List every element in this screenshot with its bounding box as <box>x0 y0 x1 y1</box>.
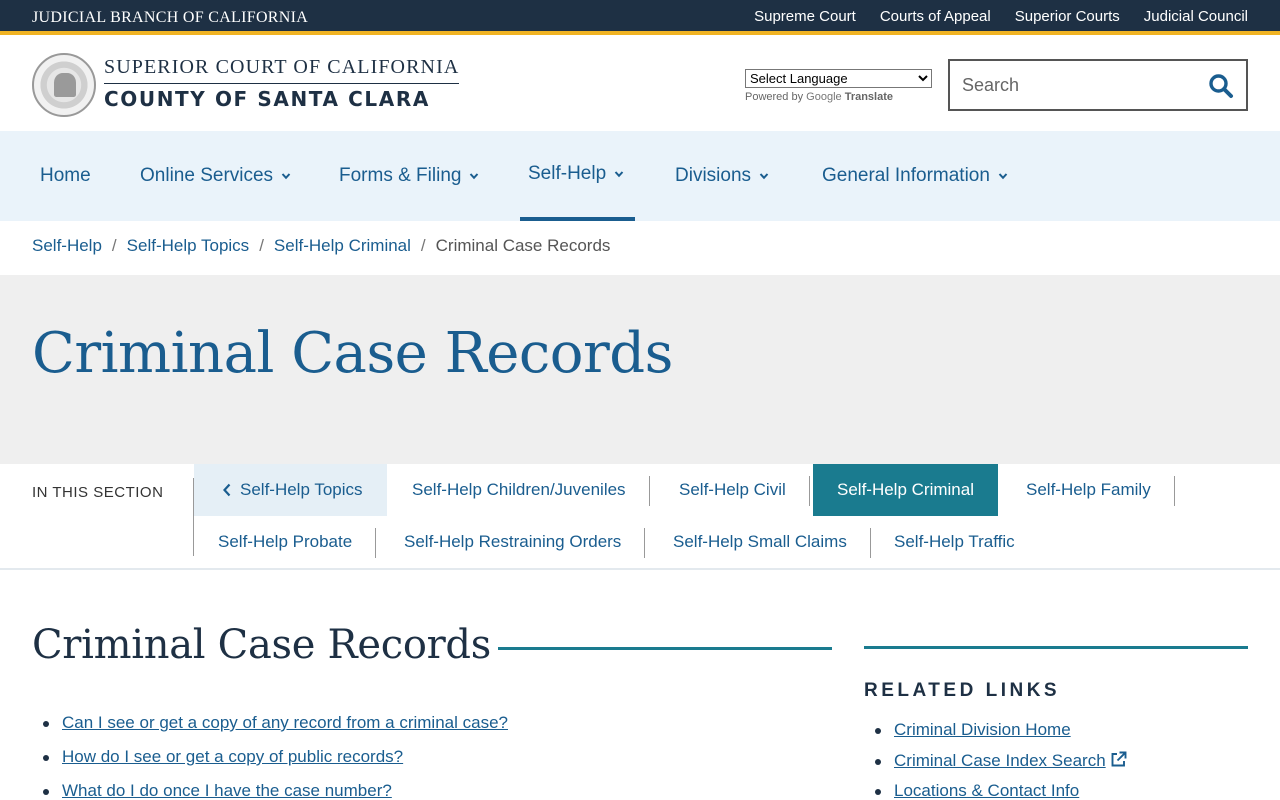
search-icon[interactable] <box>1208 73 1234 99</box>
courts-of-appeal-link[interactable]: Courts of Appeal <box>880 8 991 25</box>
section-back-self-help-topics[interactable]: Self-Help Topics <box>194 464 387 516</box>
breadcrumb-separator: / <box>111 236 117 255</box>
related-links-heading: RELATED LINKS <box>864 680 1061 701</box>
nav-forms-filing[interactable]: Forms & Filing <box>331 131 487 221</box>
related-link-criminal-division-home[interactable]: Criminal Division Home <box>894 720 1071 739</box>
page-title: Criminal Case Records <box>32 321 673 386</box>
breadcrumb-self-help-topics[interactable]: Self-Help Topics <box>127 236 250 256</box>
list-item: Locations & Contact Info <box>875 780 1127 800</box>
external-link-icon[interactable] <box>1110 751 1127 768</box>
chevron-down-icon <box>759 173 769 180</box>
breadcrumb: Self-Help / Self-Help Topics / Self-Help… <box>32 236 610 256</box>
section-self-help-traffic[interactable]: Self-Help Traffic <box>870 516 1039 568</box>
content-heading: Criminal Case Records <box>32 622 491 668</box>
breadcrumb-current: Criminal Case Records <box>435 236 611 255</box>
nav-divisions[interactable]: Divisions <box>667 131 777 221</box>
faq-link-case-number[interactable]: What do I do once I have the case number… <box>62 781 392 800</box>
nav-online-services[interactable]: Online Services <box>132 131 299 221</box>
court-name-line1: SUPERIOR COURT OF CALIFORNIA <box>104 56 460 84</box>
section-self-help-small-claims[interactable]: Self-Help Small Claims <box>649 516 871 568</box>
sidebar-rule <box>864 646 1248 649</box>
breadcrumb-self-help-criminal[interactable]: Self-Help Criminal <box>274 236 411 256</box>
language-select[interactable]: Select Language <box>745 69 932 88</box>
breadcrumb-separator: / <box>420 236 426 255</box>
section-self-help-family[interactable]: Self-Help Family <box>1002 464 1175 516</box>
section-self-help-civil[interactable]: Self-Help Civil <box>655 464 810 516</box>
site-header: SUPERIOR COURT OF CALIFORNIA COUNTY OF S… <box>0 39 1280 131</box>
nav-general-information[interactable]: General Information <box>814 131 1016 221</box>
nav-self-help[interactable]: Self-Help <box>520 131 635 221</box>
section-self-help-probate[interactable]: Self-Help Probate <box>194 516 377 568</box>
judicial-branch-title[interactable]: JUDICIAL BRANCH OF CALIFORNIA <box>32 9 308 27</box>
google-translate-widget: Select Language Powered by Google Transl… <box>745 69 932 103</box>
court-name-logo[interactable]: SUPERIOR COURT OF CALIFORNIA COUNTY OF S… <box>104 56 460 111</box>
chevron-down-icon <box>614 171 624 178</box>
related-links-list: Criminal Division Home Criminal Case Ind… <box>875 719 1127 800</box>
heading-rule <box>498 647 832 650</box>
faq-link-copy-record[interactable]: Can I see or get a copy of any record fr… <box>62 713 508 732</box>
judicial-council-link[interactable]: Judicial Council <box>1144 8 1248 25</box>
list-item: Criminal Case Index Search <box>875 750 1127 781</box>
list-item: Can I see or get a copy of any record fr… <box>43 712 508 746</box>
judicial-branch-bar: JUDICIAL BRANCH OF CALIFORNIA Supreme Co… <box>0 0 1280 35</box>
powered-by-google: Powered by Google Translate <box>745 91 894 103</box>
breadcrumb-self-help[interactable]: Self-Help <box>32 236 102 256</box>
chevron-left-icon <box>223 483 231 497</box>
main-nav: Home Online Services Forms & Filing Self… <box>0 131 1280 221</box>
chevron-down-icon <box>281 173 291 180</box>
list-item: Criminal Division Home <box>875 719 1127 750</box>
faq-link-list: Can I see or get a copy of any record fr… <box>43 712 508 800</box>
breadcrumb-separator: / <box>259 236 264 255</box>
chevron-down-icon <box>998 173 1008 180</box>
court-name-line2: COUNTY OF SANTA CLARA <box>104 87 430 111</box>
section-self-help-criminal[interactable]: Self-Help Criminal <box>813 464 998 516</box>
list-item: What do I do once I have the case number… <box>43 780 508 800</box>
search-input[interactable] <box>962 73 1192 97</box>
site-search <box>948 59 1248 111</box>
related-link-locations-contact[interactable]: Locations & Contact Info <box>894 781 1079 800</box>
in-this-section-label: IN THIS SECTION <box>32 484 164 501</box>
judicial-links: Supreme Court Courts of Appeal Superior … <box>754 8 1248 25</box>
chevron-down-icon <box>470 173 479 180</box>
google-logo[interactable]: Google <box>806 91 841 103</box>
superior-courts-link[interactable]: Superior Courts <box>1015 8 1120 25</box>
court-seal-logo[interactable] <box>32 53 96 117</box>
nav-home[interactable]: Home <box>32 131 99 221</box>
page-hero: Criminal Case Records <box>0 275 1280 464</box>
supreme-court-link[interactable]: Supreme Court <box>754 8 856 25</box>
faq-link-public-records[interactable]: How do I see or get a copy of public rec… <box>62 747 403 766</box>
section-self-help-children-juveniles[interactable]: Self-Help Children/Juveniles <box>388 464 650 516</box>
list-item: How do I see or get a copy of public rec… <box>43 746 508 780</box>
in-this-section-nav: IN THIS SECTION Self-Help Topics Self-He… <box>0 464 1280 570</box>
section-self-help-restraining-orders[interactable]: Self-Help Restraining Orders <box>380 516 646 568</box>
related-link-criminal-case-index-search[interactable]: Criminal Case Index Search <box>894 751 1106 770</box>
